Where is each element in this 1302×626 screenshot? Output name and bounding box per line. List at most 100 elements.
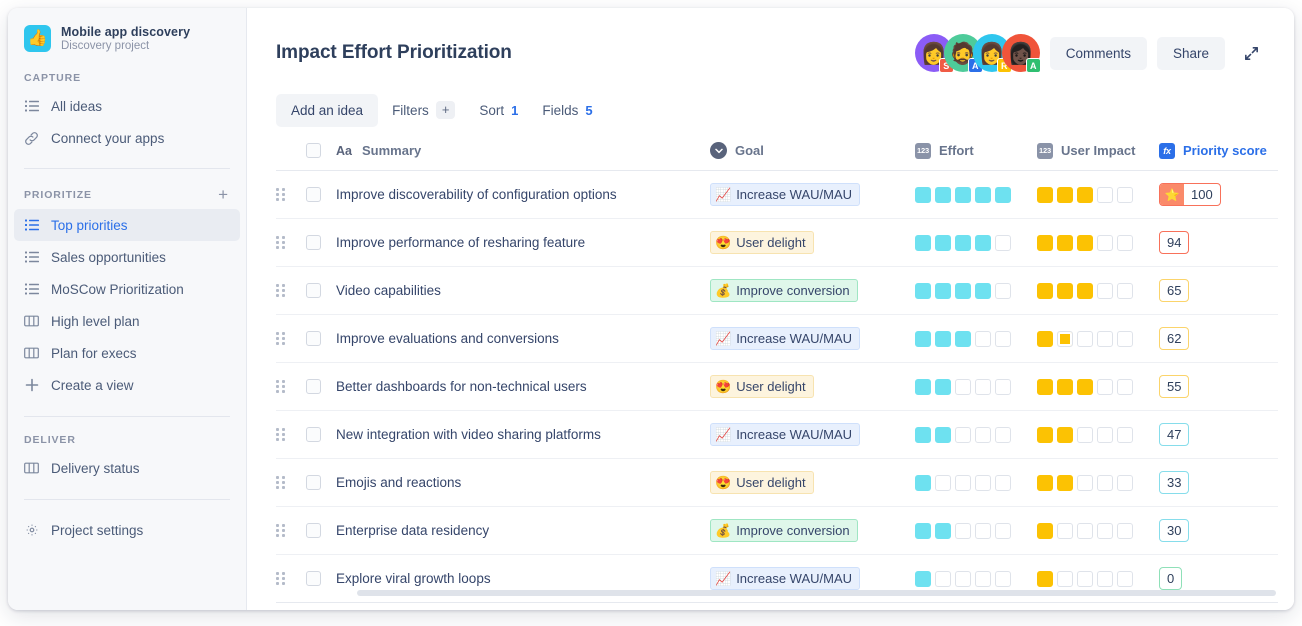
rating-square[interactable]: [1057, 331, 1073, 347]
row-priority-score-cell[interactable]: 65: [1159, 267, 1278, 315]
rating-squares[interactable]: [915, 331, 1037, 347]
rating-square[interactable]: [1077, 331, 1093, 347]
rating-square[interactable]: [1037, 571, 1053, 587]
sidebar-item-all-ideas[interactable]: All ideas: [14, 90, 240, 122]
rating-square[interactable]: [1097, 571, 1113, 587]
rating-squares[interactable]: [1037, 283, 1159, 299]
goal-tag[interactable]: 💰Improve conversion: [710, 279, 858, 302]
rating-square[interactable]: [1097, 187, 1113, 203]
add-view-button[interactable]: +: [218, 186, 228, 203]
rating-squares[interactable]: [1037, 475, 1159, 491]
rating-square[interactable]: [1037, 427, 1053, 443]
rating-square[interactable]: [935, 379, 951, 395]
row-priority-score-cell[interactable]: 55: [1159, 363, 1278, 411]
rating-square[interactable]: [1037, 235, 1053, 251]
rating-square[interactable]: [1037, 379, 1053, 395]
rating-square[interactable]: [1077, 187, 1093, 203]
rating-square[interactable]: [995, 571, 1011, 587]
row-drag-cell[interactable]: [276, 171, 306, 219]
expand-arrows-icon[interactable]: [1237, 41, 1266, 66]
rating-square[interactable]: [1057, 475, 1073, 491]
priority-score-badge[interactable]: ⭐100: [1159, 183, 1221, 206]
row-goal-cell[interactable]: 📈Increase WAU/MAU: [710, 411, 915, 459]
row-effort-cell[interactable]: [915, 267, 1037, 315]
row-effort-cell[interactable]: [915, 315, 1037, 363]
column-header-summary[interactable]: Summary: [362, 143, 421, 158]
rating-square[interactable]: [1097, 331, 1113, 347]
row-checkbox[interactable]: [306, 331, 321, 346]
rating-square[interactable]: [935, 331, 951, 347]
drag-handle-icon[interactable]: [276, 332, 288, 346]
drag-handle-icon[interactable]: [276, 428, 288, 442]
rating-square[interactable]: [1057, 283, 1073, 299]
row-checkbox-cell[interactable]: [306, 363, 336, 411]
collaborator-avatars[interactable]: 👩 S 🧔 A 👩 R 👩🏿: [915, 34, 1040, 72]
rating-squares[interactable]: [1037, 427, 1159, 443]
row-summary-cell[interactable]: Improve evaluations and conversions: [336, 315, 710, 363]
row-checkbox[interactable]: [306, 379, 321, 394]
project-header[interactable]: 👍 Mobile app discovery Discovery project: [8, 8, 246, 52]
rating-squares[interactable]: [915, 235, 1037, 251]
table-row[interactable]: Improve discoverability of configuration…: [276, 171, 1278, 219]
row-drag-cell[interactable]: [276, 411, 306, 459]
row-summary-cell[interactable]: Improve discoverability of configuration…: [336, 171, 710, 219]
row-user-impact-cell[interactable]: [1037, 267, 1159, 315]
sort-button[interactable]: Sort 1: [469, 94, 528, 127]
drag-handle-icon[interactable]: [276, 188, 288, 202]
priority-score-badge[interactable]: 55: [1159, 375, 1189, 398]
row-user-impact-cell[interactable]: [1037, 507, 1159, 555]
row-priority-score-cell[interactable]: 94: [1159, 219, 1278, 267]
row-goal-cell[interactable]: 💰Improve conversion: [710, 507, 915, 555]
row-checkbox-cell[interactable]: [306, 267, 336, 315]
row-user-impact-cell[interactable]: [1037, 411, 1159, 459]
row-drag-cell[interactable]: [276, 507, 306, 555]
row-checkbox[interactable]: [306, 475, 321, 490]
rating-square[interactable]: [955, 235, 971, 251]
rating-square[interactable]: [1097, 283, 1113, 299]
rating-square[interactable]: [1117, 571, 1133, 587]
rating-square[interactable]: [955, 475, 971, 491]
rating-square[interactable]: [915, 235, 931, 251]
row-priority-score-cell[interactable]: ⭐100: [1159, 171, 1278, 219]
row-drag-cell[interactable]: [276, 363, 306, 411]
table-row[interactable]: Enterprise data residency💰Improve conver…: [276, 507, 1278, 555]
sidebar-item-plan-for-execs[interactable]: Plan for execs: [14, 337, 240, 369]
drag-handle-icon[interactable]: [276, 284, 288, 298]
rating-square[interactable]: [915, 427, 931, 443]
fields-button[interactable]: Fields 5: [532, 94, 602, 127]
row-drag-cell[interactable]: [276, 315, 306, 363]
rating-square[interactable]: [1077, 523, 1093, 539]
rating-square[interactable]: [995, 379, 1011, 395]
row-checkbox[interactable]: [306, 187, 321, 202]
rating-square[interactable]: [1057, 523, 1073, 539]
rating-square[interactable]: [1117, 379, 1133, 395]
rating-square[interactable]: [995, 283, 1011, 299]
table-row[interactable]: Video capabilities💰Improve conversion65: [276, 267, 1278, 315]
priority-score-badge[interactable]: 65: [1159, 279, 1189, 302]
rating-square[interactable]: [935, 283, 951, 299]
rating-square[interactable]: [1077, 283, 1093, 299]
row-goal-cell[interactable]: 😍User delight: [710, 459, 915, 507]
rating-square[interactable]: [975, 523, 991, 539]
rating-square[interactable]: [1117, 523, 1133, 539]
rating-square[interactable]: [995, 331, 1011, 347]
row-summary-cell[interactable]: Emojis and reactions: [336, 459, 710, 507]
row-goal-cell[interactable]: 😍User delight: [710, 363, 915, 411]
goal-tag[interactable]: 📈Increase WAU/MAU: [710, 183, 860, 206]
rating-squares[interactable]: [1037, 331, 1159, 347]
rating-square[interactable]: [995, 235, 1011, 251]
goal-tag[interactable]: 📈Increase WAU/MAU: [710, 567, 860, 590]
goal-tag[interactable]: 😍User delight: [710, 471, 814, 494]
row-drag-cell[interactable]: [276, 267, 306, 315]
avatar[interactable]: 👩🏿 A: [1002, 34, 1040, 72]
sidebar-item-top-priorities[interactable]: Top priorities: [14, 209, 240, 241]
row-effort-cell[interactable]: [915, 507, 1037, 555]
rating-squares[interactable]: [915, 379, 1037, 395]
row-effort-cell[interactable]: [915, 171, 1037, 219]
sidebar-item-moscow-prioritization[interactable]: MoSCow Prioritization: [14, 273, 240, 305]
rating-square[interactable]: [915, 331, 931, 347]
column-header-priority-score[interactable]: Priority score: [1183, 143, 1267, 158]
rating-square[interactable]: [1117, 427, 1133, 443]
row-priority-score-cell[interactable]: 33: [1159, 459, 1278, 507]
priority-score-badge[interactable]: 62: [1159, 327, 1189, 350]
